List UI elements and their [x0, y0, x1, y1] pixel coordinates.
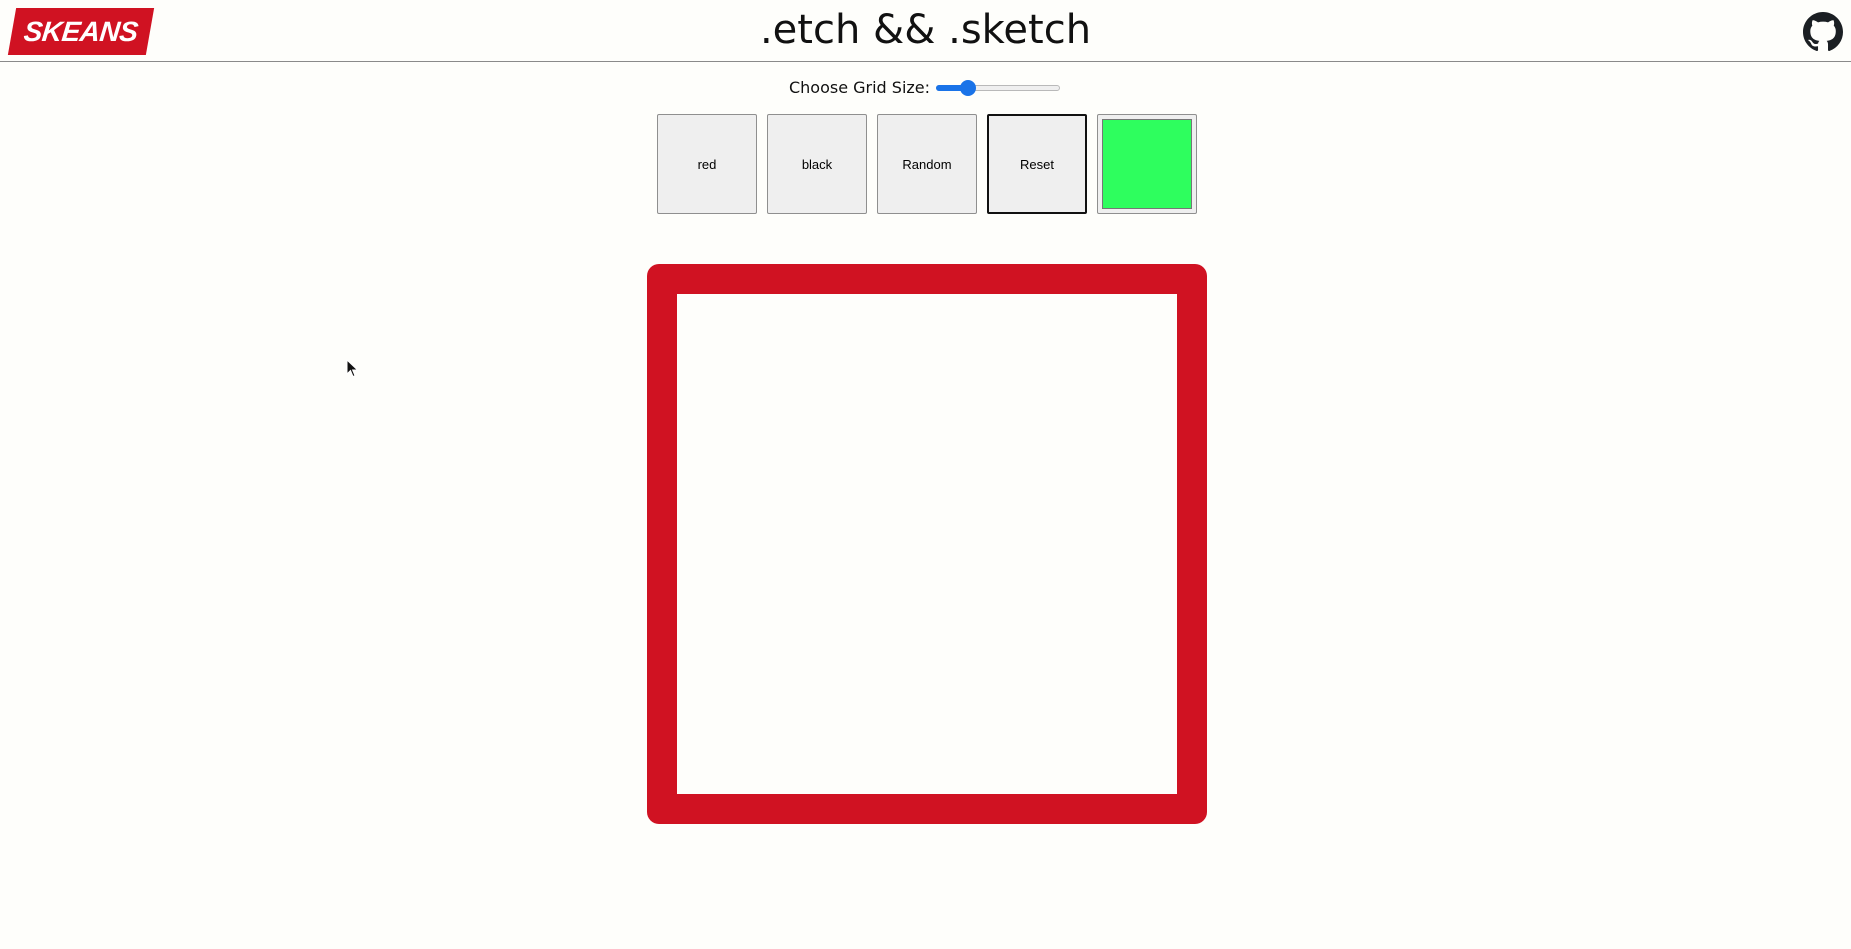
grid-size-label: Choose Grid Size: — [788, 78, 931, 97]
color-picker[interactable] — [1097, 114, 1197, 214]
grid-size-control: Choose Grid Size: — [0, 78, 1851, 97]
mouse-cursor-icon — [346, 359, 359, 378]
header: SKEANS .etch && .sketch — [0, 0, 1851, 62]
red-button[interactable]: red — [657, 114, 757, 214]
random-button[interactable]: Random — [877, 114, 977, 214]
github-icon[interactable] — [1803, 12, 1843, 52]
black-button[interactable]: black — [767, 114, 867, 214]
reset-button[interactable]: Reset — [987, 114, 1087, 214]
sketch-frame — [647, 264, 1207, 824]
color-buttons: red black Random Reset — [657, 114, 1197, 214]
color-picker-swatch — [1102, 119, 1192, 209]
grid-size-slider[interactable] — [934, 79, 1062, 97]
sketch-canvas[interactable] — [677, 294, 1177, 794]
slider-thumb[interactable] — [959, 79, 976, 96]
page-title: .etch && .sketch — [759, 7, 1092, 53]
